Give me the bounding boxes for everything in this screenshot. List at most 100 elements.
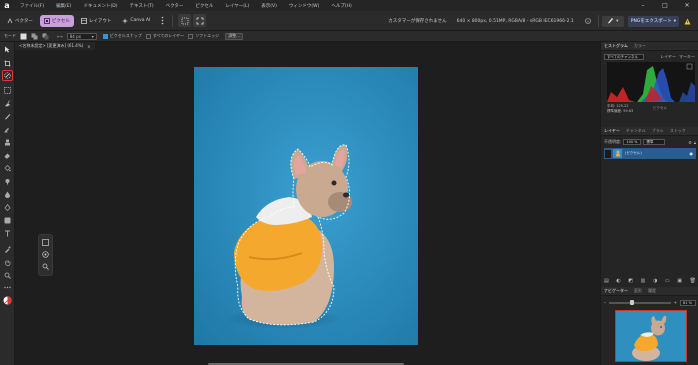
refine-selection-icon[interactable] bbox=[41, 262, 50, 271]
persona-pixel-button[interactable]: ピクセル bbox=[39, 14, 74, 27]
text-tool-icon[interactable] bbox=[2, 228, 13, 239]
tab-navigator[interactable]: ナビゲーター bbox=[601, 288, 631, 294]
zoom-value-field[interactable]: 61 % bbox=[680, 299, 696, 306]
layer-properties-icon[interactable]: ▤ bbox=[604, 278, 609, 284]
layer-expand-icon[interactable] bbox=[605, 149, 611, 158]
histogram-marquee-tab[interactable]: マーキー bbox=[679, 54, 695, 60]
info-icon[interactable] bbox=[582, 15, 595, 28]
move-tool-icon[interactable] bbox=[2, 44, 13, 55]
menu-layer[interactable]: レイヤー(L) bbox=[219, 3, 255, 9]
snapping-checkbox[interactable]: ピクセルスナップ bbox=[102, 33, 142, 39]
minimize-icon[interactable]: – bbox=[632, 0, 654, 11]
menu-help[interactable]: ヘルプ(H) bbox=[325, 3, 357, 9]
new-layer-icon[interactable]: ▣ bbox=[677, 278, 682, 284]
mode-subtract-icon[interactable] bbox=[42, 33, 49, 40]
layer-row-selected[interactable]: (ピクセル) ● bbox=[604, 148, 696, 159]
refine-button[interactable]: 調整... bbox=[225, 32, 244, 40]
flood-select-icon[interactable] bbox=[2, 98, 13, 109]
mode-add-icon[interactable] bbox=[31, 33, 38, 40]
layer-lock-icon[interactable]: 🔒︎ bbox=[694, 140, 696, 145]
tab-layers[interactable]: レイヤー bbox=[601, 128, 623, 134]
zoom-tool-icon[interactable] bbox=[2, 270, 13, 281]
navigator-tabs: ナビゲーター 変形 履歴 bbox=[601, 287, 698, 296]
clone-tool-icon[interactable] bbox=[2, 137, 13, 148]
selection-brush-tool-icon[interactable] bbox=[2, 70, 13, 81]
document-tab[interactable]: <名称未設定> [変更済み] (61.4%) × bbox=[15, 42, 95, 50]
live-filter-icon[interactable]: ◩ bbox=[628, 278, 633, 284]
close-icon[interactable]: ✕ bbox=[676, 0, 698, 11]
navigator-preview[interactable] bbox=[615, 310, 687, 362]
tab-brushes[interactable]: ブラシ bbox=[649, 128, 667, 134]
menu-edit[interactable]: 編集(E) bbox=[50, 3, 77, 9]
group-icon[interactable]: ▭ bbox=[665, 278, 670, 284]
eyedropper-icon[interactable] bbox=[2, 244, 13, 255]
grow-selection-icon[interactable] bbox=[41, 250, 50, 259]
adjustment-layer-icon[interactable]: ◐ bbox=[616, 278, 620, 284]
delete-layer-icon[interactable]: 🗑︎ bbox=[690, 278, 696, 284]
tab-stock[interactable]: ストック bbox=[667, 128, 689, 134]
histogram-layer-tab[interactable]: レイヤー bbox=[660, 54, 676, 60]
menu-document[interactable]: ドキュメント(D) bbox=[77, 3, 123, 9]
toolbar-separator bbox=[172, 14, 174, 27]
tab-color[interactable]: カラー bbox=[631, 43, 649, 49]
mode-new-icon[interactable] bbox=[20, 33, 27, 40]
channel-select[interactable]: すべてのチャンネル bbox=[604, 54, 644, 60]
tab-transform[interactable]: 変形 bbox=[631, 288, 645, 294]
soft-edge-check-icon bbox=[188, 33, 194, 39]
blur-tool-icon[interactable] bbox=[2, 189, 13, 200]
tab-channels[interactable]: チャンネル bbox=[623, 128, 649, 134]
soft-edge-label: ソフトエッジ bbox=[195, 33, 220, 38]
color-picker-button[interactable]: ▾ bbox=[601, 15, 624, 27]
persona-canva-ai-button[interactable]: Canva AI bbox=[118, 15, 154, 27]
new-selection-icon[interactable] bbox=[41, 238, 50, 247]
menu-view[interactable]: 表示(V) bbox=[255, 3, 283, 9]
zoom-out-icon[interactable]: – bbox=[604, 300, 606, 305]
hand-select-icon[interactable] bbox=[178, 14, 192, 27]
menu-pixel[interactable]: ピクセル bbox=[189, 3, 219, 9]
menu-text[interactable]: テキスト(T) bbox=[123, 3, 159, 9]
dog-photo bbox=[194, 67, 418, 345]
brush-tool-icon[interactable] bbox=[2, 111, 13, 122]
visibility-eye-icon[interactable]: ● bbox=[690, 151, 694, 156]
brush-color-icon bbox=[607, 17, 614, 26]
tab-close-icon[interactable]: × bbox=[87, 44, 90, 49]
shape-tool-icon[interactable] bbox=[2, 215, 13, 226]
soft-edge-checkbox[interactable]: ソフトエッジ bbox=[188, 33, 219, 39]
canvas-image[interactable] bbox=[194, 67, 418, 345]
more-options-icon[interactable] bbox=[156, 14, 169, 27]
erase-tool-icon[interactable] bbox=[2, 150, 13, 161]
mask-icon[interactable]: ◑ bbox=[653, 278, 657, 284]
maximize-icon[interactable]: □ bbox=[654, 0, 676, 11]
more-tools-icon[interactable] bbox=[2, 282, 13, 293]
layer-name: (ピクセル) bbox=[625, 151, 642, 155]
layer-settings-icon[interactable]: ⚙ bbox=[688, 140, 692, 145]
zoom-slider[interactable] bbox=[609, 300, 671, 305]
color-swatch-icon[interactable] bbox=[2, 295, 13, 306]
fill-tool-icon[interactable] bbox=[2, 163, 13, 174]
persona-vector-button[interactable]: ベクター bbox=[3, 15, 37, 27]
crop-tool-icon[interactable] bbox=[2, 58, 13, 69]
warning-icon[interactable] bbox=[681, 15, 694, 28]
opacity-field[interactable]: 100 % bbox=[623, 139, 642, 145]
zoom-in-icon[interactable]: + bbox=[674, 300, 677, 305]
menu-vector[interactable]: ベクター bbox=[160, 3, 190, 9]
menu-window[interactable]: ウィンドウ(W) bbox=[283, 3, 325, 9]
hand-tool-icon[interactable] bbox=[2, 257, 13, 268]
fullscreen-icon[interactable] bbox=[193, 14, 207, 27]
main-toolbar: ベクター ピクセル レイアウト Canva AI カスタマーが保存されません 6… bbox=[0, 11, 698, 31]
persona-layout-button[interactable]: レイアウト bbox=[77, 15, 116, 27]
dodge-tool-icon[interactable] bbox=[2, 176, 13, 187]
tab-history[interactable]: 履歴 bbox=[645, 288, 659, 294]
all-layers-checkbox[interactable]: すべてのレイヤー bbox=[145, 33, 184, 39]
zoom-slider-handle[interactable] bbox=[629, 300, 634, 305]
menu-file[interactable]: ファイル(F) bbox=[14, 3, 50, 9]
pen-tool-icon[interactable] bbox=[2, 202, 13, 213]
pixel-tool-icon[interactable] bbox=[2, 124, 13, 135]
export-png-button[interactable]: PNGをエクスポート ▾ bbox=[627, 15, 679, 27]
width-field[interactable]: 84 px ▾ bbox=[66, 32, 97, 40]
marquee-tool-icon[interactable] bbox=[2, 85, 13, 96]
opacity-label: 不透明度: bbox=[604, 139, 622, 144]
fx-icon[interactable]: ▥ bbox=[641, 278, 646, 284]
blend-mode-select[interactable]: 標準 bbox=[643, 139, 666, 145]
tab-histogram[interactable]: ヒストグラム bbox=[601, 43, 631, 49]
